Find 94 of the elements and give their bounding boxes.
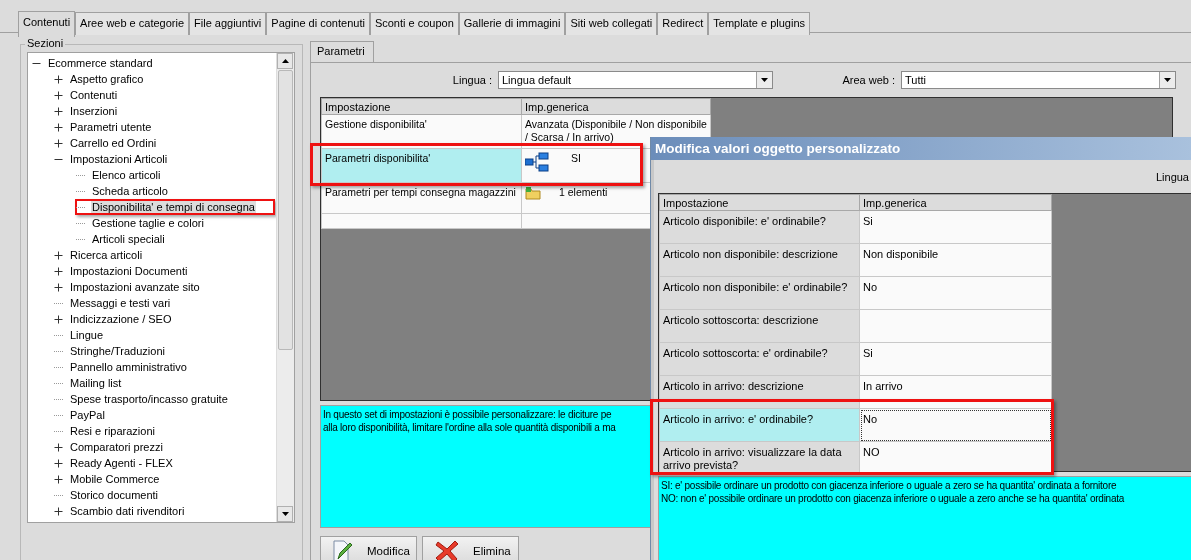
expand-icon[interactable] <box>54 442 63 452</box>
tree-item[interactable]: Inserzioni <box>69 105 119 117</box>
expand-icon[interactable] <box>54 282 63 292</box>
expand-icon[interactable] <box>54 122 63 132</box>
tree-item[interactable]: Lingue <box>69 329 105 341</box>
table-cell[interactable] <box>859 309 1052 343</box>
expand-icon[interactable] <box>54 106 63 116</box>
scrollbar[interactable] <box>276 53 294 522</box>
table-cell[interactable]: Articolo disponibile: e' ordinabile? <box>659 210 860 244</box>
dialog-title: Modifica valori oggetto personalizzato <box>651 137 1191 160</box>
description-text: NO: non e' possibile ordinare un prodotto con giacenza inferiore o uguale a zero anche se ha quantita' ordinata <box>661 492 1125 505</box>
column-header: Imp.generica <box>521 98 711 115</box>
tab[interactable]: Contenuti <box>18 11 76 37</box>
tree-item[interactable]: Elenco articoli <box>91 169 162 181</box>
table-cell[interactable]: Articolo sottoscorta: descrizione <box>659 309 860 343</box>
edit-document-icon <box>333 540 353 560</box>
tree-item[interactable]: Aspetto grafico <box>69 73 145 85</box>
table-cell[interactable]: Articolo non disponibile: e' ordinabile? <box>659 276 860 310</box>
tree-item[interactable]: Pannello amministrativo <box>69 361 188 373</box>
expand-icon[interactable] <box>54 266 63 276</box>
tree-item[interactable]: Disponibilita' e tempi di consegna <box>91 201 256 213</box>
expand-icon[interactable] <box>54 74 63 84</box>
expand-icon[interactable] <box>54 314 63 324</box>
caret-icon <box>761 78 768 82</box>
dropdown-button[interactable] <box>1159 72 1175 88</box>
tree-item[interactable]: Comparatori prezzi <box>69 441 164 453</box>
expand-icon[interactable] <box>54 90 63 100</box>
expand-icon[interactable] <box>54 506 63 516</box>
folder-icon <box>525 186 541 200</box>
tree-item[interactable]: Ready Agenti - FLEX <box>69 457 174 469</box>
tab[interactable]: Template e plugins <box>708 12 810 35</box>
tree-item[interactable]: Impostazioni Documenti <box>69 265 189 277</box>
tree-item[interactable]: Gestione taglie e colori <box>91 217 205 229</box>
table-cell[interactable]: Si <box>859 342 1052 376</box>
table-cell[interactable]: Non disponibile <box>859 243 1052 277</box>
tree-item[interactable]: Messaggi e testi vari <box>69 297 172 309</box>
column-header: Impostazione <box>321 98 522 115</box>
table-cell[interactable]: Parametri disponibilita' <box>321 148 522 183</box>
tree-item[interactable]: Articoli speciali <box>91 233 166 245</box>
tree-item[interactable]: Stringhe/Traduzioni <box>69 345 166 357</box>
tab[interactable]: Parametri <box>310 41 374 62</box>
cross-icon <box>435 540 459 560</box>
language-dropdown[interactable]: Lingua default <box>498 71 773 89</box>
expand-icon[interactable] <box>54 474 63 484</box>
group-title: Sezioni <box>25 37 66 49</box>
tree-item[interactable]: Carrello ed Ordini <box>69 137 158 149</box>
field-label: Area web : <box>841 74 896 86</box>
column-header: Impostazione <box>659 194 860 211</box>
tab[interactable]: File aggiuntivi <box>189 12 267 35</box>
tree-item[interactable]: Scambio dati rivenditori <box>69 505 186 517</box>
table-cell[interactable]: Articolo in arrivo: e' ordinabile? <box>659 408 860 442</box>
description-text: In questo set di impostazioni è possibile personalizzare: le diciture pe <box>323 408 612 421</box>
field-label: Lingua : <box>451 74 493 86</box>
delete-button[interactable]: Elimina <box>422 536 519 560</box>
table-cell[interactable]: Articolo non disponibile: descrizione <box>659 243 860 277</box>
tree-item[interactable]: Spese trasporto/incasso gratuite <box>69 393 229 405</box>
expand-icon[interactable] <box>54 250 63 260</box>
tree-item[interactable]: Resi e riparazioni <box>69 425 156 437</box>
hierarchy-icon <box>525 152 549 172</box>
field-label: Lingua <box>1155 170 1189 183</box>
tree-item[interactable]: Storico documenti <box>69 489 160 501</box>
tree-item[interactable]: Ricerca articoli <box>69 249 144 261</box>
tree-item[interactable]: Parametri utente <box>69 121 153 133</box>
table-cell[interactable]: No <box>859 276 1052 310</box>
tree-item[interactable]: Mailing list <box>69 377 123 389</box>
column-header: Imp.generica <box>859 194 1052 211</box>
table-cell[interactable]: Articolo sottoscorta: e' ordinabile? <box>659 342 860 376</box>
edit-button[interactable]: Modifica <box>320 536 417 560</box>
tree-item[interactable]: Ecommerce standard <box>47 57 154 69</box>
tab[interactable]: Redirect <box>657 12 709 35</box>
description-text: alla loro disponibilità, limitare l'ordine alla sole quantità disponibili a ma <box>323 421 616 434</box>
tree-item[interactable]: Mobile Commerce <box>69 473 161 485</box>
tab[interactable]: Siti web collegati <box>565 12 658 35</box>
tab[interactable]: Sconti e coupon <box>369 12 459 35</box>
scroll-down-icon[interactable] <box>277 506 293 522</box>
tab[interactable]: Aree web e categorie <box>75 12 190 35</box>
scroll-thumb[interactable] <box>278 70 293 350</box>
web-area-dropdown[interactable]: Tutti <box>901 71 1176 89</box>
tab[interactable]: Gallerie di immagini <box>458 12 566 35</box>
tree-item[interactable]: Indicizzazione / SEO <box>69 313 173 325</box>
table-cell[interactable]: Si <box>859 210 1052 244</box>
tree-item[interactable]: Impostazioni Articoli <box>69 153 169 165</box>
tree-item[interactable]: Contenuti <box>69 89 119 101</box>
tree-item[interactable]: Impostazioni avanzate sito <box>69 281 201 293</box>
dropdown-button[interactable] <box>756 72 772 88</box>
description-text: SI: e' possibile ordinare un prodotto con giacenza inferiore o uguale a zero se ha quantita' ordinata a fornitore <box>661 479 1117 492</box>
tree-item[interactable]: PayPal <box>69 409 106 421</box>
expand-icon[interactable] <box>54 138 63 148</box>
caret-icon <box>1164 78 1171 82</box>
tree-item[interactable]: Scheda articolo <box>91 185 169 197</box>
table-cell[interactable]: No <box>859 408 1052 442</box>
tab[interactable]: Pagine di contenuti <box>266 12 370 35</box>
scroll-up-icon[interactable] <box>277 53 293 69</box>
expand-icon[interactable] <box>54 458 63 468</box>
